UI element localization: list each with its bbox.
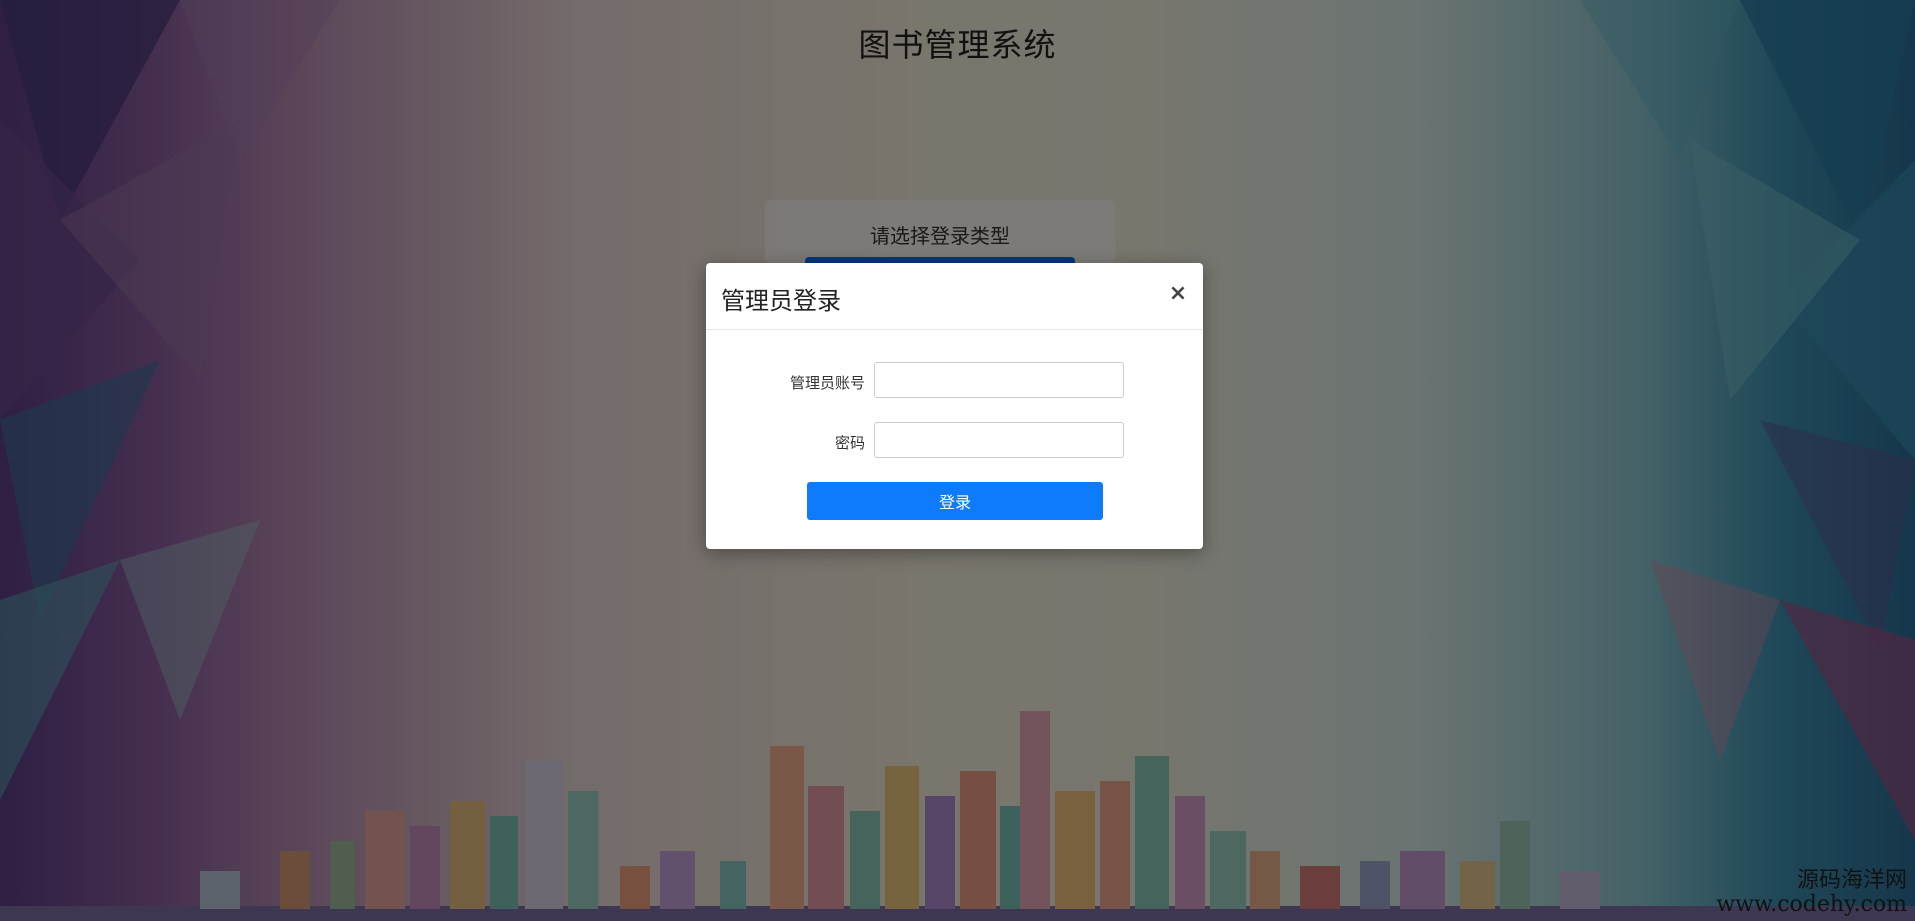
close-icon[interactable]: × (1167, 283, 1189, 305)
modal-header: 管理员登录 × (706, 263, 1203, 330)
watermark-name: 源码海洋网 (1796, 867, 1907, 893)
login-button[interactable]: 登录 (807, 482, 1103, 520)
account-input[interactable] (874, 362, 1124, 398)
account-label: 管理员账号 (789, 374, 865, 392)
password-input[interactable] (874, 422, 1124, 458)
password-label: 密码 (834, 434, 865, 452)
login-page: 图书管理系统 请选择登录类型 管理员登录 × 管理员账号 密码 登录 源码海洋网… (0, 0, 1915, 921)
admin-login-modal: 管理员登录 × 管理员账号 密码 登录 (706, 263, 1203, 549)
form-row-account: 管理员账号 (706, 362, 1203, 402)
form-row-password: 密码 (706, 422, 1203, 462)
watermark: 源码海洋网 www.codehy.com (1716, 867, 1907, 917)
modal-title: 管理员登录 (721, 287, 841, 315)
watermark-url: www.codehy.com (1716, 891, 1907, 917)
